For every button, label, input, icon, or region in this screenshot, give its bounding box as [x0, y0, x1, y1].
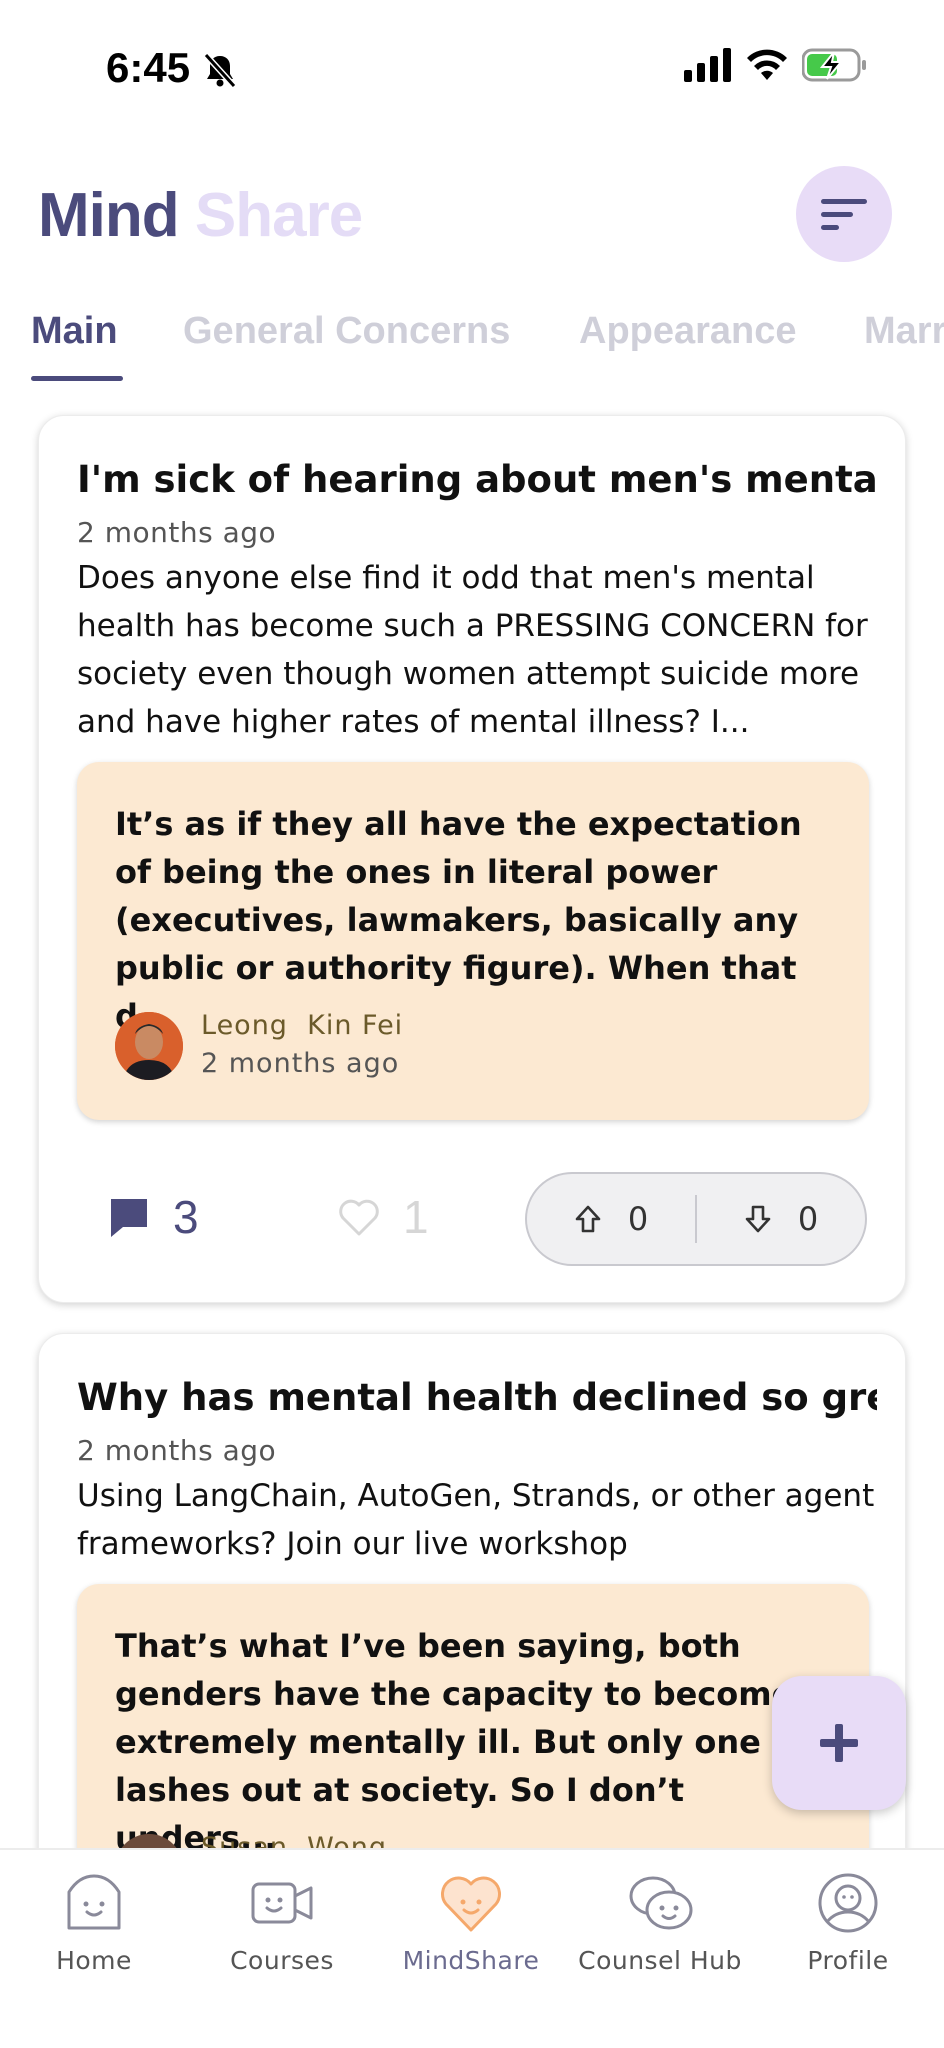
- nav-label: Courses: [230, 1946, 334, 1975]
- signal-icon: [684, 48, 731, 82]
- nav-label: Counsel Hub: [578, 1946, 742, 1975]
- nav-profile[interactable]: Profile: [754, 1870, 942, 1975]
- comment-icon: [111, 1199, 147, 1237]
- nav-counsel-hub[interactable]: Counsel Hub: [566, 1870, 754, 1975]
- comment-count: 3: [173, 1191, 199, 1243]
- bell-slash-icon: [203, 52, 237, 89]
- app-title-mind: Mind: [38, 181, 180, 250]
- battery-charging-icon: [802, 48, 866, 82]
- vote-control: 0 0: [525, 1172, 867, 1266]
- bottom-nav: Home Courses MindShare Counsel Hub Profi…: [0, 1848, 944, 2048]
- post-time: 2 months ago: [77, 1434, 277, 1467]
- upvote-count: 0: [627, 1200, 649, 1238]
- active-tab-indicator: [31, 376, 123, 381]
- chat-bubbles-icon: [629, 1876, 693, 1930]
- post-title: Why has mental health declined so grea..…: [77, 1376, 877, 1419]
- downvote-count: 0: [797, 1200, 819, 1238]
- arrow-up-icon: [575, 1205, 601, 1233]
- post-actions: 3 1 0 0: [39, 1172, 907, 1272]
- filter-lines-icon: [821, 199, 867, 230]
- reply-text: That’s what I’ve been saying, both gende…: [115, 1627, 794, 1857]
- like-count: 1: [403, 1191, 429, 1243]
- post-body: Using LangChain, AutoGen, Strands, or ot…: [77, 1478, 875, 1562]
- reply-text: It’s as if they all have the expectation…: [115, 805, 802, 1035]
- like-button[interactable]: 1: [337, 1190, 429, 1244]
- category-tabs: Main General Concerns Appearance Marr: [0, 300, 944, 390]
- post-body: Does anyone else find it odd that men's …: [77, 560, 868, 740]
- nav-courses[interactable]: Courses: [188, 1870, 376, 1975]
- status-bar: 6:45: [0, 0, 944, 140]
- post-title: I'm sick of hearing about men's mental..…: [77, 458, 877, 501]
- nav-label: Profile: [807, 1946, 889, 1975]
- upvote-button[interactable]: 0: [527, 1200, 695, 1238]
- tab-main[interactable]: Main: [31, 310, 118, 353]
- tab-marr[interactable]: Marr: [864, 310, 944, 353]
- top-reply[interactable]: It’s as if they all have the expectation…: [77, 762, 869, 1120]
- heart-icon: [441, 1876, 501, 1932]
- post-card[interactable]: I'm sick of hearing about men's mental..…: [38, 415, 906, 1303]
- tab-general-concerns[interactable]: General Concerns: [183, 310, 510, 353]
- new-post-button[interactable]: [772, 1676, 906, 1810]
- nav-mindshare[interactable]: MindShare: [377, 1870, 565, 1975]
- profile-icon: [818, 1873, 878, 1933]
- heart-outline-icon: [339, 1199, 379, 1236]
- video-camera-icon: [251, 1882, 313, 1924]
- arrow-down-icon: [745, 1205, 771, 1233]
- reply-author: Leong Kin Fei: [201, 1010, 404, 1041]
- reply-time: 2 months ago: [201, 1048, 400, 1079]
- app-title: Mind Share: [38, 180, 363, 251]
- nav-label: MindShare: [402, 1946, 540, 1975]
- app-title-share: Share: [194, 181, 363, 250]
- avatar: [115, 1012, 183, 1080]
- downvote-button[interactable]: 0: [697, 1200, 865, 1238]
- nav-label: Home: [56, 1946, 132, 1975]
- plus-icon: [820, 1724, 858, 1762]
- post-time: 2 months ago: [77, 516, 277, 549]
- status-time: 6:45: [106, 44, 191, 91]
- wifi-icon: [747, 49, 787, 80]
- comment-button[interactable]: 3: [107, 1190, 199, 1244]
- filter-button[interactable]: [796, 166, 892, 262]
- nav-home[interactable]: Home: [0, 1870, 188, 1975]
- home-icon: [67, 1874, 121, 1930]
- tab-appearance[interactable]: Appearance: [579, 310, 797, 353]
